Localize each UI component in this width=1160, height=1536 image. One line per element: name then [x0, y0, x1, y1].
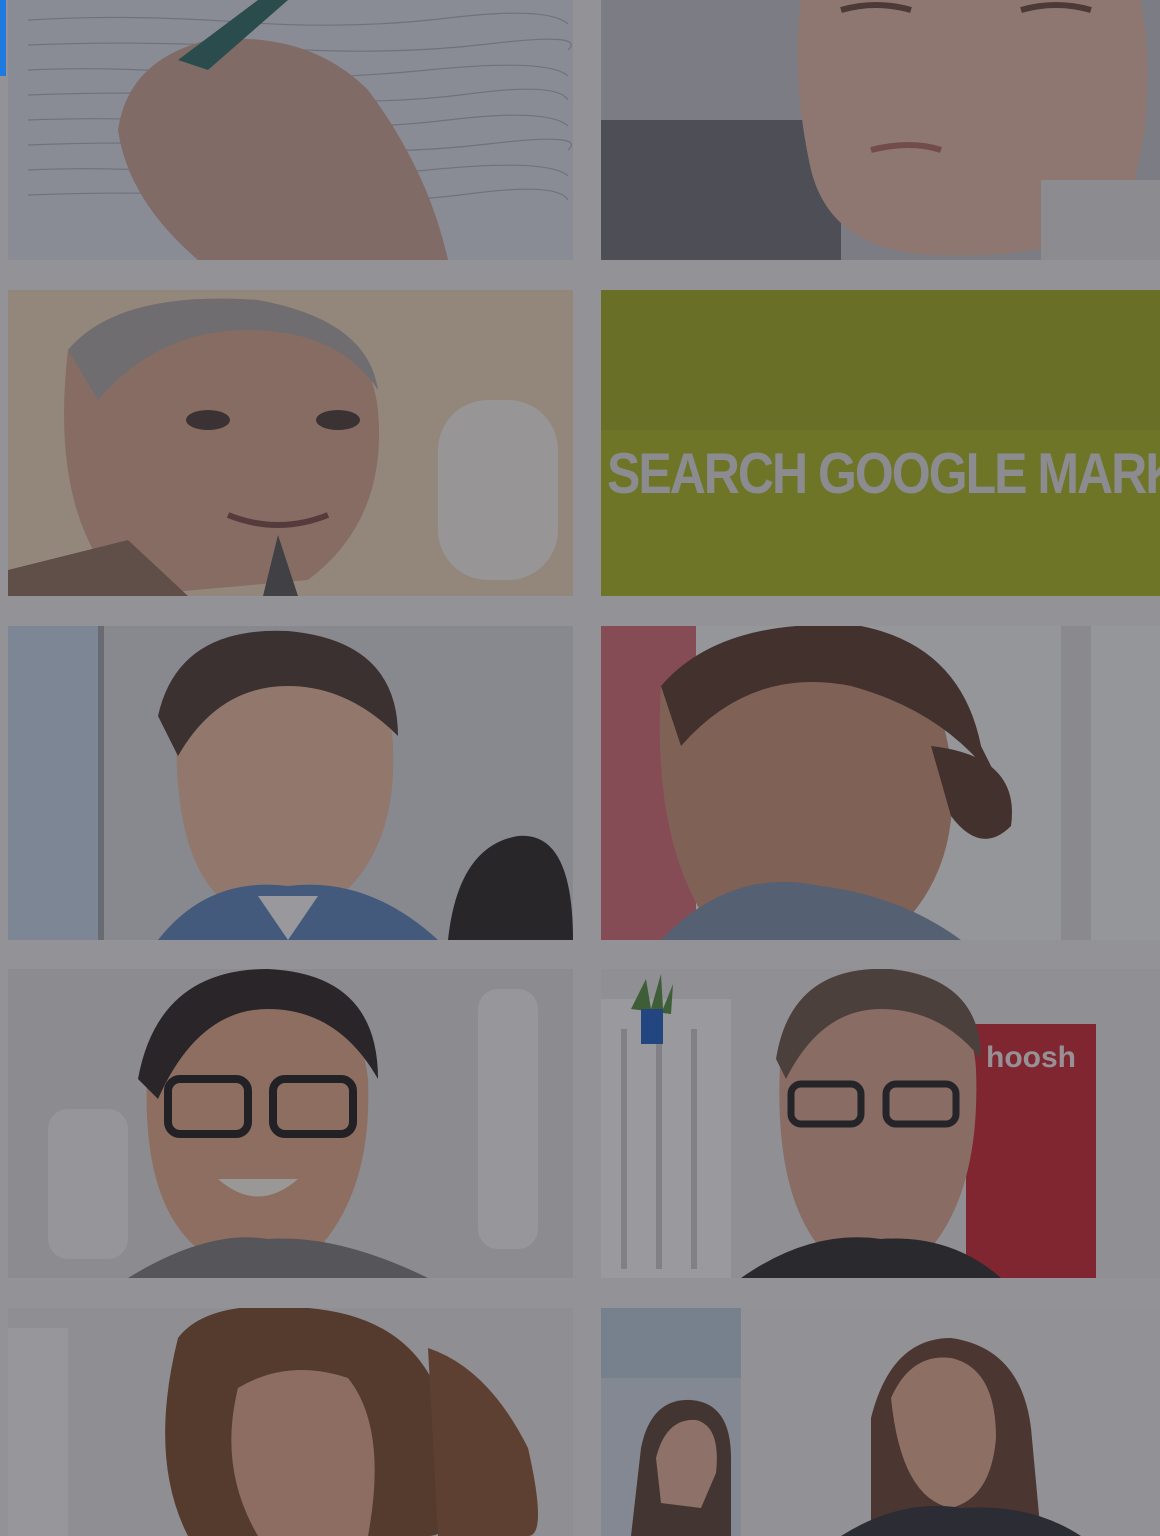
gallery-page: SEARCH GOOGLE MARKETING [0, 0, 1160, 1536]
side-tab-handle[interactable] [0, 0, 6, 76]
modal-dim-overlay[interactable] [0, 0, 1160, 1536]
